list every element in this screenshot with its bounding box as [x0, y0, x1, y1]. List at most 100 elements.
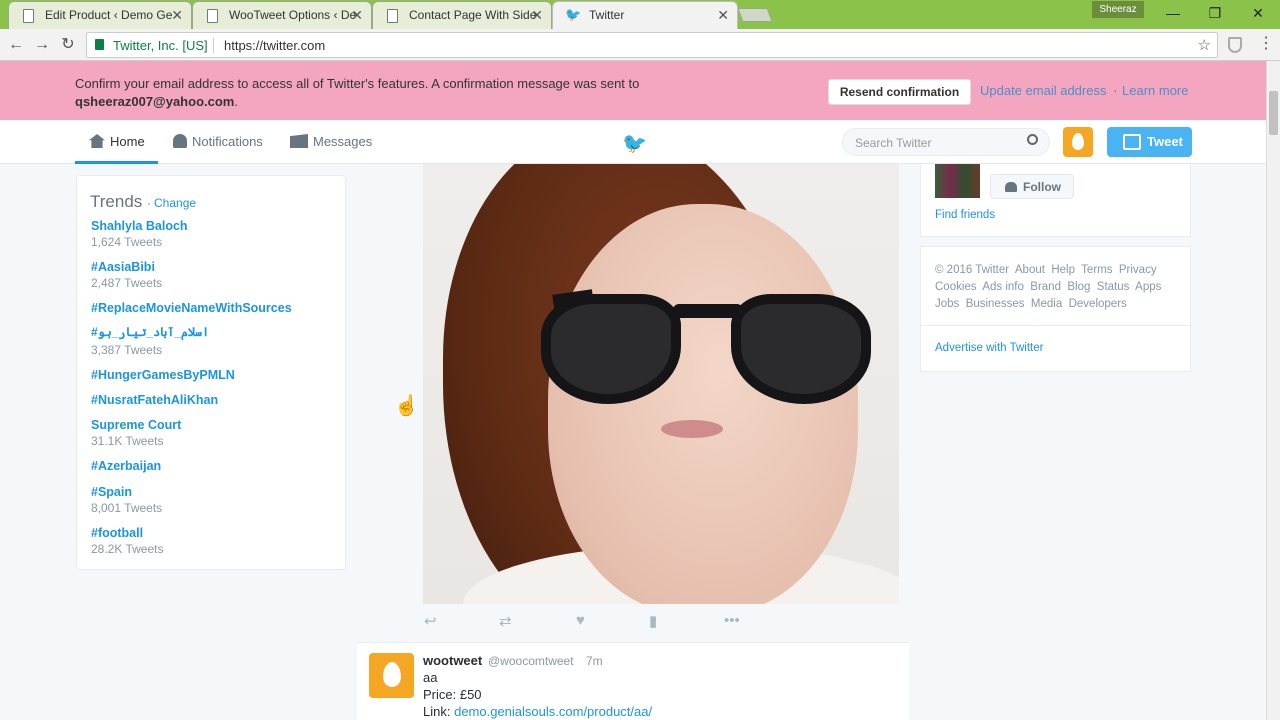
trend-item[interactable]: #ReplaceMovieNameWithSources — [91, 301, 292, 315]
tweet-item[interactable]: wootweet @woocomtweet 7m aa Price: £50 L… — [357, 642, 909, 720]
reload-icon[interactable]: ↻ — [58, 35, 78, 55]
tweet-button[interactable]: Tweet — [1107, 127, 1192, 157]
footer-link-privacy[interactable]: Privacy — [1119, 264, 1157, 276]
close-window-icon[interactable]: ✕ — [1243, 3, 1273, 23]
search-icon[interactable] — [1027, 134, 1038, 145]
follow-button[interactable]: Follow — [990, 174, 1074, 199]
back-arrow-icon[interactable]: ← — [6, 35, 26, 55]
egg-avatar-icon — [383, 662, 401, 687]
footer-link-status[interactable]: Status — [1097, 281, 1130, 293]
restore-icon[interactable]: ❐ — [1200, 3, 1230, 23]
banner-email: qsheeraz007@yahoo.com — [75, 94, 235, 109]
close-tab-icon[interactable]: ✕ — [531, 7, 543, 24]
extension-shield-icon[interactable] — [1228, 37, 1242, 53]
banner-email-suffix: . — [234, 94, 238, 109]
tab-twitter[interactable]: 🐦 Twitter ✕ — [552, 1, 738, 29]
resend-confirmation-button[interactable]: Resend confirmation — [828, 79, 971, 105]
bookmark-star-icon[interactable]: ☆ — [1198, 36, 1211, 54]
browser-menu-icon[interactable]: ⋮ — [1258, 33, 1274, 53]
analytics-icon[interactable]: ▮ — [649, 612, 657, 630]
browser-profile-name[interactable]: Sheeraz — [1092, 1, 1144, 18]
scrollbar-thumb[interactable] — [1269, 91, 1278, 135]
tab-contact-page[interactable]: Contact Page With Side ✕ — [372, 1, 552, 29]
footer-link-about[interactable]: About — [1015, 264, 1045, 276]
tweet-timestamp[interactable]: 7m — [586, 654, 603, 668]
update-email-link[interactable]: Update email address — [980, 83, 1106, 98]
tab-title: Edit Product ‹ Demo Ge — [45, 8, 173, 22]
footer-link-jobs[interactable]: Jobs — [935, 298, 959, 310]
footer-link-cookies[interactable]: Cookies — [935, 281, 977, 293]
url-text[interactable]: https://twitter.com — [224, 38, 325, 53]
footer-links-module: © 2016 Twitter About Help Terms Privacy … — [920, 246, 1191, 326]
trend-item[interactable]: #Spain — [91, 485, 132, 499]
footer-link-media[interactable]: Media — [1031, 298, 1062, 310]
page-icon — [23, 9, 34, 23]
browser-tab-bar: Edit Product ‹ Demo Ge ✕ WooTweet Option… — [0, 0, 1280, 29]
egg-avatar-icon — [1072, 133, 1084, 150]
footer-line-2: Cookies Ads info Brand Blog Status Apps — [935, 281, 1161, 293]
photo-lens-right — [731, 294, 871, 404]
banner-message: Confirm your email address to access all… — [75, 76, 640, 91]
trends-change-link[interactable]: Change — [154, 196, 196, 210]
nav-messages-label: Messages — [313, 134, 373, 149]
footer-line-1: © 2016 Twitter About Help Terms Privacy — [935, 264, 1157, 276]
tweet-author-handle[interactable]: @woocomtweet — [488, 654, 574, 668]
footer-link-businesses[interactable]: Businesses — [966, 298, 1025, 310]
trend-item[interactable]: #HungerGamesByPMLN — [91, 368, 235, 382]
new-tab-button[interactable] — [737, 8, 773, 22]
find-friends-link[interactable]: Find friends — [935, 209, 995, 221]
forward-arrow-icon[interactable]: → — [32, 35, 52, 55]
trend-item[interactable]: #Azerbaijan — [91, 459, 161, 473]
footer-link-ads-info[interactable]: Ads info — [982, 281, 1024, 293]
photo-lips — [661, 420, 723, 438]
more-icon[interactable]: ••• — [724, 612, 740, 629]
suggested-account-avatar[interactable] — [935, 164, 980, 198]
retweet-icon[interactable]: ⇄ — [499, 612, 512, 630]
trend-item[interactable]: #football — [91, 526, 143, 540]
browser-toolbar: ← → ↻ Twitter, Inc. [US] https://twitter… — [0, 29, 1280, 61]
trend-item[interactable]: #اسلام_آباد_تیار_ہو — [91, 325, 209, 339]
nav-messages[interactable]: Messages — [290, 134, 372, 164]
minimize-icon[interactable]: — — [1158, 3, 1188, 23]
twitter-logo-icon[interactable]: 🐦 — [622, 131, 647, 156]
tweet-author-name[interactable]: wootweet — [423, 653, 482, 668]
footer-link-blog[interactable]: Blog — [1067, 281, 1090, 293]
tweet-avatar[interactable] — [369, 653, 414, 698]
page-scrollbar[interactable] — [1266, 61, 1280, 720]
trend-count: 2,487 Tweets — [91, 276, 163, 290]
search-input[interactable]: Search Twitter — [842, 128, 1050, 156]
compose-icon — [1123, 134, 1141, 150]
footer-link-terms[interactable]: Terms — [1081, 264, 1112, 276]
footer-link-brand[interactable]: Brand — [1030, 281, 1061, 293]
learn-more-link[interactable]: Learn more — [1122, 83, 1188, 98]
like-heart-icon[interactable]: ♥ — [576, 612, 585, 629]
advertise-link[interactable]: Advertise with Twitter — [935, 342, 1043, 354]
footer-link-apps[interactable]: Apps — [1135, 281, 1161, 293]
hand-cursor-icon: ☝ — [394, 395, 419, 417]
tab-edit-product[interactable]: Edit Product ‹ Demo Ge ✕ — [8, 1, 192, 29]
reply-icon[interactable]: ↩ — [424, 612, 437, 630]
nav-notifications[interactable]: Notifications — [173, 134, 263, 164]
close-tab-icon[interactable]: ✕ — [717, 7, 729, 24]
banner-message-block: Confirm your email address to access all… — [75, 75, 715, 111]
nav-home[interactable]: Home — [75, 134, 158, 164]
address-bar[interactable]: Twitter, Inc. [US] https://twitter.com ☆ — [86, 32, 1218, 58]
trend-item[interactable]: Supreme Court — [91, 418, 181, 432]
trend-item[interactable]: #NusratFatehAliKhan — [91, 393, 218, 407]
trends-module: Trends · Change Shahlyla Baloch 1,624 Tw… — [76, 175, 346, 570]
footer-link-help[interactable]: Help — [1051, 264, 1075, 276]
trend-item[interactable]: Shahlyla Baloch — [91, 219, 188, 233]
tweet-text-line: Price: £50 — [423, 687, 482, 702]
copyright-text: © 2016 Twitter — [935, 264, 1010, 276]
tweet-link[interactable]: demo.genialsouls.com/product/aa/ — [454, 704, 652, 719]
lock-icon — [95, 39, 104, 50]
close-tab-icon[interactable]: ✕ — [171, 7, 183, 24]
tweet-media-image[interactable] — [423, 164, 899, 604]
trend-item[interactable]: #AasiaBibi — [91, 260, 155, 274]
home-icon — [89, 134, 105, 148]
footer-link-developers[interactable]: Developers — [1069, 298, 1127, 310]
banner-separator: · — [1113, 83, 1118, 98]
tab-wootweet-options[interactable]: WooTweet Options ‹ De ✕ — [192, 1, 372, 29]
profile-avatar[interactable] — [1063, 127, 1093, 157]
close-tab-icon[interactable]: ✕ — [351, 7, 363, 24]
